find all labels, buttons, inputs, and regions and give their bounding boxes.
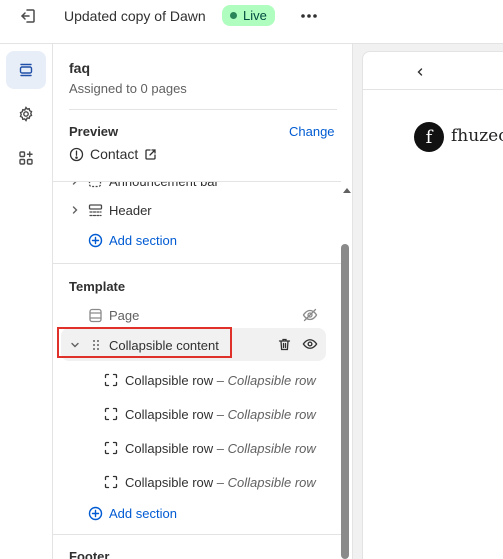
info-icon	[69, 147, 84, 161]
more-actions-button[interactable]	[296, 4, 322, 28]
trash-icon[interactable]	[276, 336, 292, 352]
theme-name: Updated copy of Dawn	[64, 8, 206, 24]
block-label: Collapsible row – Collapsible row	[125, 407, 316, 422]
block-label: Collapsible row – Collapsible row	[125, 373, 316, 388]
sections-panel: faq Assigned to 0 pages Preview Change C…	[53, 44, 353, 559]
add-section-header-button[interactable]: Add section	[53, 225, 253, 255]
block-name: Collapsible row	[125, 441, 214, 456]
exit-button[interactable]	[10, 4, 46, 28]
header-section-icon	[87, 202, 103, 218]
divider	[53, 263, 341, 264]
block-icon	[103, 440, 119, 456]
block-label: Collapsible row – Collapsible row	[125, 475, 316, 490]
preview-label: Preview	[69, 124, 119, 139]
theme-settings-button[interactable]	[6, 95, 46, 133]
block-collapsible-row[interactable]: Collapsible row – Collapsible row	[53, 365, 333, 395]
apps-icon	[19, 151, 33, 165]
change-preview-link[interactable]: Change	[289, 124, 335, 139]
sections-button[interactable]	[6, 51, 46, 89]
section-page[interactable]: Page	[53, 300, 333, 330]
store-logo-icon: f	[414, 122, 444, 152]
block-detail: – Collapsible row	[216, 407, 316, 422]
store-logo-text: fhuzeo	[451, 126, 503, 146]
highlight-box	[57, 327, 232, 358]
block-collapsible-row[interactable]: Collapsible row – Collapsible row	[53, 433, 333, 463]
preview-page-link[interactable]: Contact	[69, 146, 157, 162]
preview-frame: f fhuzeo	[362, 51, 503, 559]
eye-hidden-icon[interactable]	[302, 307, 318, 323]
plus-circle-icon	[87, 505, 103, 521]
app-embeds-button[interactable]	[6, 139, 46, 177]
more-horizontal-icon	[301, 14, 317, 18]
preview-nav	[363, 52, 503, 90]
block-detail: – Collapsible row	[216, 373, 316, 388]
preview-area: f fhuzeo	[353, 44, 503, 559]
live-status-badge: Live	[222, 5, 275, 26]
live-label: Live	[243, 8, 267, 23]
template-assignment: Assigned to 0 pages	[69, 81, 187, 96]
left-rail	[0, 44, 53, 559]
gear-icon	[19, 106, 33, 122]
page-section-label: Page	[109, 308, 140, 323]
external-link-icon	[145, 148, 156, 160]
page-section-icon	[87, 307, 103, 323]
divider	[69, 109, 337, 110]
scrollbar-thumb[interactable]	[341, 244, 349, 559]
chevron-right-icon	[68, 203, 82, 217]
block-icon	[103, 474, 119, 490]
block-collapsible-row[interactable]: Collapsible row – Collapsible row	[53, 399, 333, 429]
block-name: Collapsible row	[125, 373, 214, 388]
plus-circle-icon	[87, 232, 103, 248]
add-section-template-button[interactable]: Add section	[53, 498, 253, 528]
block-detail: – Collapsible row	[216, 441, 316, 456]
footer-group-label: Footer	[69, 549, 110, 559]
live-dot-icon	[230, 12, 237, 19]
block-icon	[103, 406, 119, 422]
block-label: Collapsible row – Collapsible row	[125, 441, 316, 456]
block-name: Collapsible row	[125, 475, 214, 490]
divider	[53, 181, 341, 182]
divider	[53, 534, 341, 535]
exit-icon	[21, 9, 35, 23]
template-title: faq	[69, 60, 90, 76]
eye-icon[interactable]	[302, 336, 318, 352]
block-name: Collapsible row	[125, 407, 214, 422]
add-section-label: Add section	[109, 506, 177, 521]
scroll-up-arrow-icon[interactable]	[341, 185, 352, 195]
section-header[interactable]: Header	[53, 195, 341, 225]
block-collapsible-row[interactable]: Collapsible row – Collapsible row	[53, 467, 333, 497]
block-icon	[103, 372, 119, 388]
template-group-label: Template	[69, 279, 126, 294]
header-label: Header	[109, 203, 152, 218]
block-detail: – Collapsible row	[216, 475, 316, 490]
preview-page-label: Contact	[90, 146, 139, 162]
add-section-label: Add section	[109, 233, 177, 248]
chevron-left-icon[interactable]	[413, 65, 427, 79]
top-bar: Updated copy of Dawn Live	[0, 0, 503, 44]
sections-icon	[19, 63, 33, 77]
